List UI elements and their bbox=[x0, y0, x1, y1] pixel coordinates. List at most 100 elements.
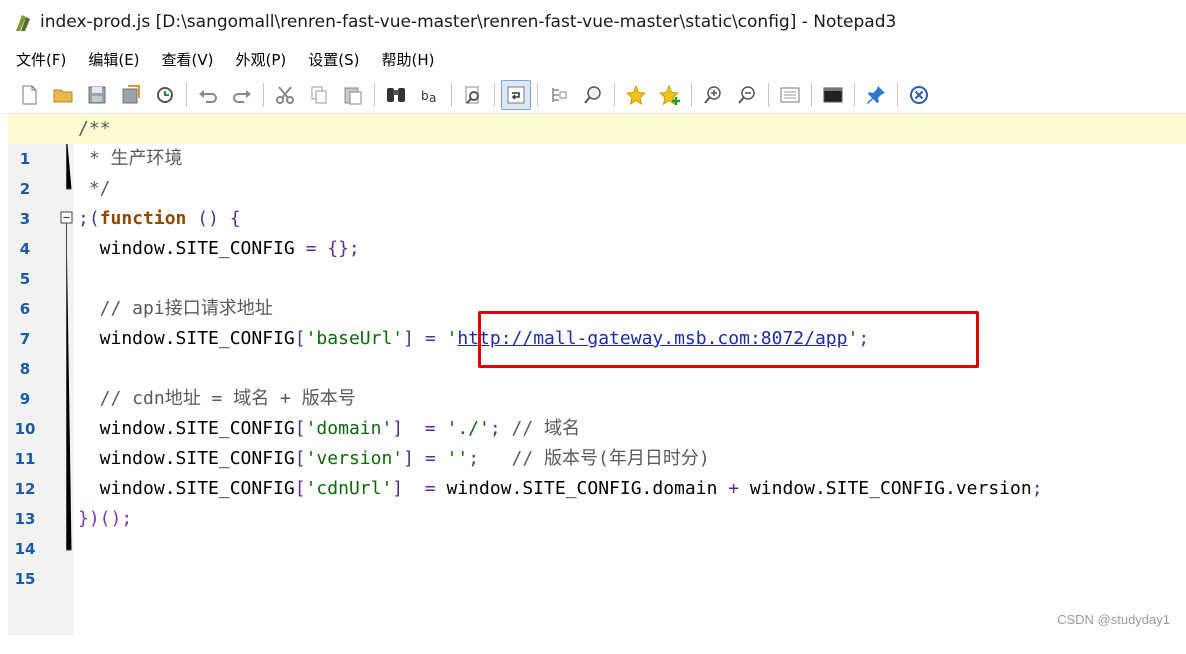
save-button[interactable] bbox=[82, 80, 112, 110]
favorites-button[interactable] bbox=[621, 80, 651, 110]
cut-icon bbox=[276, 85, 294, 104]
word-wrap-icon bbox=[507, 86, 525, 103]
find-icon bbox=[387, 87, 405, 102]
word-wrap-button[interactable] bbox=[501, 79, 531, 110]
code-line: 14 })(); bbox=[8, 504, 1186, 558]
code-line: 3 */ bbox=[8, 174, 1186, 228]
line-text: window.SITE_CONFIG['cdnUrl'] = window.SI… bbox=[78, 474, 1043, 504]
code-line: 11 window.SITE_CONFIG['domain'] = './'; … bbox=[8, 414, 1186, 468]
zoom-in-icon bbox=[704, 85, 721, 104]
code-token: ] = bbox=[392, 478, 447, 499]
code-token: ; bbox=[468, 448, 480, 469]
svg-text:b: b bbox=[421, 89, 429, 103]
pin-button[interactable] bbox=[861, 80, 891, 110]
code-line: 5 window.SITE_CONFIG = {}; bbox=[8, 234, 1186, 288]
undo-button[interactable] bbox=[193, 80, 223, 110]
code-token: [ bbox=[294, 328, 306, 349]
find-in-files-icon bbox=[465, 86, 479, 104]
console-button[interactable] bbox=[818, 80, 848, 110]
paste-icon bbox=[344, 87, 362, 104]
window-title: index-prod.js [D:\sangomall\renren-fast-… bbox=[40, 12, 897, 32]
copy-icon bbox=[311, 86, 327, 103]
code-token: window.SITE_CONFIG bbox=[78, 448, 295, 469]
code-token: window.SITE_CONFIG.version bbox=[739, 478, 1032, 499]
open-button[interactable] bbox=[48, 80, 78, 110]
code-token: = {}; bbox=[305, 238, 360, 259]
annotation-highlight-box bbox=[478, 311, 979, 368]
code-line: 4 ;(function () { bbox=[8, 204, 1186, 258]
copy-button[interactable] bbox=[304, 80, 334, 110]
close-button[interactable] bbox=[904, 80, 934, 110]
menu-help[interactable]: 帮助(H) bbox=[371, 49, 444, 70]
favorite-star-icon bbox=[625, 84, 647, 105]
title-bar: index-prod.js [D:\sangomall\renren-fast-… bbox=[0, 0, 1186, 44]
toolbar-separator bbox=[768, 82, 769, 107]
menu-appearance[interactable]: 外观(P) bbox=[226, 49, 297, 70]
menu-file[interactable]: 文件(F) bbox=[6, 49, 76, 70]
zoom-find-button[interactable] bbox=[578, 80, 608, 110]
find-button[interactable] bbox=[381, 80, 411, 110]
replace-icon: ba bbox=[421, 89, 436, 105]
toolbar-separator bbox=[186, 82, 187, 107]
code-token: function bbox=[99, 208, 187, 229]
code-token: ' bbox=[446, 328, 458, 349]
code-token: [ bbox=[294, 448, 306, 469]
code-token: ] = bbox=[403, 328, 447, 349]
code-token: // 版本号(年月日时分) bbox=[479, 448, 710, 469]
line-text: * 生产环境 bbox=[78, 148, 183, 169]
code-token: 'domain' bbox=[305, 418, 393, 439]
zoom-out-icon bbox=[738, 85, 755, 104]
redo-button[interactable] bbox=[227, 80, 257, 110]
code-token: // 域名 bbox=[500, 418, 581, 439]
menu-view[interactable]: 查看(V) bbox=[152, 49, 224, 70]
open-folder-icon bbox=[53, 89, 73, 102]
replace-button[interactable]: ba bbox=[415, 80, 445, 110]
new-file-button[interactable] bbox=[14, 80, 44, 110]
code-line: 10 // cdn地址 = 域名 + 版本号 bbox=[8, 384, 1186, 438]
console-icon bbox=[823, 87, 843, 102]
toolbar-separator bbox=[854, 82, 855, 107]
code-token: ; bbox=[1031, 478, 1043, 499]
cut-button[interactable] bbox=[270, 80, 300, 110]
zoom-out-button[interactable] bbox=[732, 80, 762, 110]
menu-edit[interactable]: 编辑(E) bbox=[78, 49, 149, 70]
toolbar: ba bbox=[0, 76, 1186, 114]
code-line: 15 bbox=[8, 534, 1186, 588]
toolbar-separator bbox=[537, 82, 538, 107]
view-whitespace-button[interactable] bbox=[544, 80, 574, 110]
zoom-in-button[interactable] bbox=[698, 80, 728, 110]
toolbar-separator bbox=[897, 82, 898, 107]
menu-settings[interactable]: 设置(S) bbox=[298, 49, 369, 70]
code-line: 12 window.SITE_CONFIG['version'] = ''; /… bbox=[8, 444, 1186, 498]
paste-button[interactable] bbox=[338, 80, 368, 110]
code-token: ;( bbox=[78, 208, 100, 229]
code-token: window.SITE_CONFIG.domain bbox=[446, 478, 729, 499]
code-token: [ bbox=[294, 478, 306, 499]
zoom-find-icon bbox=[584, 85, 601, 104]
redo-icon bbox=[233, 89, 251, 103]
code-token: [ bbox=[294, 418, 306, 439]
code-token: 'cdnUrl' bbox=[305, 478, 393, 499]
code-editor[interactable]: 1 /** 2 * 生产环境 3 */ 4 ;(function () { 5 … bbox=[8, 114, 1186, 635]
page-setup-button[interactable] bbox=[775, 80, 805, 110]
toolbar-separator bbox=[614, 82, 615, 107]
toolbar-separator bbox=[811, 82, 812, 107]
add-favorite-button[interactable] bbox=[655, 80, 685, 110]
menu-bar: 文件(F) 编辑(E) 查看(V) 外观(P) 设置(S) 帮助(H) bbox=[0, 44, 1186, 74]
save-as-button[interactable] bbox=[116, 80, 146, 110]
code-token: ] = bbox=[403, 448, 447, 469]
code-token: ] = bbox=[392, 418, 447, 439]
notepad3-app-icon bbox=[16, 15, 30, 31]
code-token: window.SITE_CONFIG bbox=[78, 478, 295, 499]
toolbar-separator bbox=[451, 82, 452, 107]
code-line: 6 bbox=[8, 264, 1186, 318]
code-token: + bbox=[728, 478, 740, 499]
line-text: ;(function () { bbox=[78, 204, 241, 234]
find-in-files-button[interactable] bbox=[458, 80, 488, 110]
code-token: '' bbox=[446, 448, 469, 469]
pin-icon bbox=[867, 85, 885, 104]
reload-button[interactable] bbox=[150, 80, 180, 110]
line-text: window.SITE_CONFIG['version'] = ''; // 版… bbox=[78, 444, 710, 474]
code-line: 1 /** bbox=[8, 114, 1186, 168]
undo-icon bbox=[199, 89, 217, 103]
